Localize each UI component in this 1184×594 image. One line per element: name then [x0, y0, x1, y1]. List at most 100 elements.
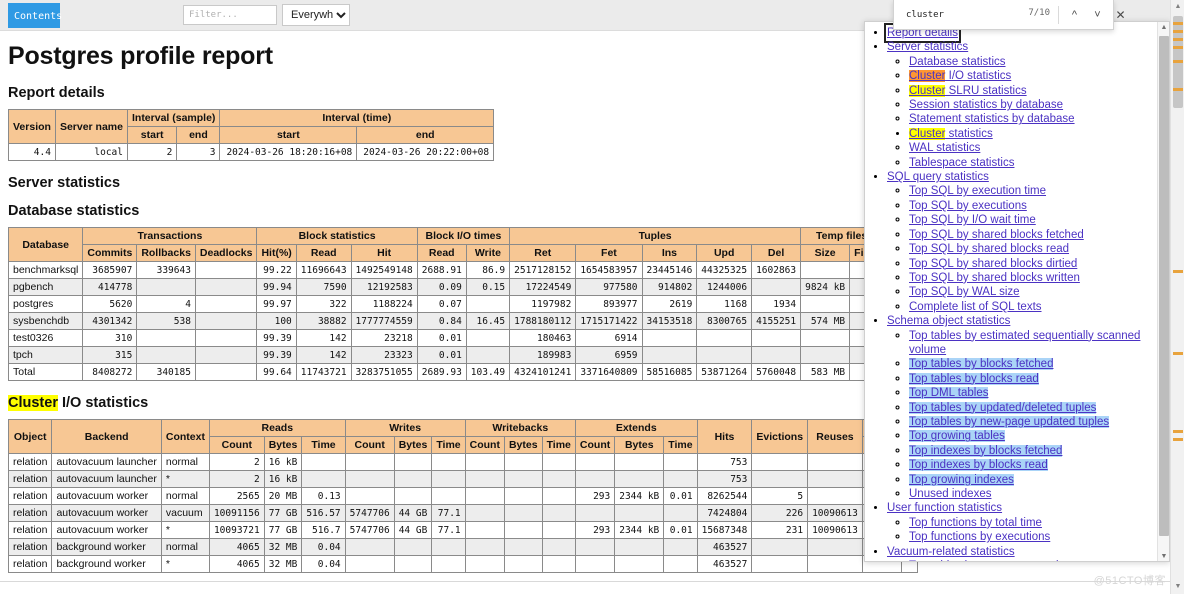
toc-link[interactable]: Top indexes by blocks fetched [909, 444, 1063, 457]
window-scrollbar[interactable]: ▲ ▼ [1170, 0, 1184, 594]
table-cell [465, 295, 511, 313]
table-cell: 16 kB [263, 470, 303, 488]
close-icon[interactable]: ✕ [1110, 5, 1131, 25]
toc-link[interactable]: Top tables by new-page updated tuples [909, 415, 1110, 428]
toc-item: Top DML tables [909, 386, 1169, 400]
toc-link[interactable]: Top growing indexes [909, 473, 1014, 486]
table-cell: 2 [126, 143, 178, 161]
toc-link[interactable]: Top indexes by blocks read [909, 459, 1048, 472]
table-cell [464, 453, 505, 471]
toc-item: Session statistics by database [909, 98, 1169, 112]
toc-link[interactable]: Server statistics [887, 41, 968, 53]
table-cell [136, 278, 196, 296]
io-table-body: relation autovacuum launcher normal 2 16 kB 7… [7, 453, 918, 573]
toc-link[interactable]: Top tables by estimated sequentially sca… [909, 330, 1140, 356]
toc-link[interactable]: Vacuum-related statistics [887, 546, 1015, 558]
toc-link[interactable]: Top functions by total time [909, 517, 1042, 529]
table-cell: postgres [7, 295, 84, 313]
table-cell: 231 [751, 521, 809, 539]
table-cell [751, 555, 809, 573]
toc-link[interactable]: Top SQL by I/O wait time [909, 214, 1036, 226]
toc-item: Server statistics Database statistics Clus… [887, 40, 1169, 170]
toc-link[interactable]: Cluster SLRU statistics [909, 84, 1027, 97]
toc-link[interactable]: Cluster statistics [909, 127, 993, 140]
toc-link[interactable]: WAL statistics [909, 142, 980, 154]
table-row: test032631099.39142232180.01180463691477… [7, 329, 982, 347]
toc-link[interactable]: Top SQL by executions [909, 200, 1027, 212]
toc-link[interactable]: Top functions by executions [909, 531, 1050, 543]
table-cell [194, 329, 258, 347]
toc-link[interactable]: Top growing tables [909, 430, 1005, 443]
table-cell: 516.7 [301, 521, 346, 539]
toc-link[interactable]: Top tables by updated/deleted tuples [909, 401, 1097, 414]
toc-item: Top SQL by shared blocks dirtied [909, 257, 1169, 271]
contents-button[interactable]: Contents [8, 3, 62, 28]
table-cell: 16.45 [465, 312, 511, 330]
toc-link[interactable]: Top SQL by shared blocks dirtied [909, 258, 1077, 270]
find-previous-icon[interactable]: ^ [1064, 5, 1085, 25]
toc-link[interactable]: Cluster I/O statistics [909, 70, 1011, 83]
table-cell: test0326 [7, 329, 84, 347]
find-match-marker [1173, 38, 1183, 41]
table-row: benchmarksql 3685907 339643 99.22 11696643 14… [7, 261, 982, 279]
toc-link[interactable]: Unused indexes [909, 488, 991, 500]
scroll-up-arrow[interactable]: ▲ [1171, 0, 1184, 14]
find-next-icon[interactable]: ˅ [1087, 5, 1108, 25]
table-cell [541, 504, 576, 522]
table-cell [393, 470, 433, 488]
table-cell: 8300765 [696, 312, 753, 330]
column-subheader: Upd [696, 244, 753, 262]
find-input[interactable] [904, 7, 1014, 23]
toc-link[interactable]: Top SQL by shared blocks written [909, 272, 1080, 284]
table-cell: 339643 [136, 261, 196, 279]
table-cell [696, 346, 753, 364]
toc-link[interactable]: Statement statistics by database [909, 113, 1075, 125]
toc-link[interactable]: Top SQL by WAL size [909, 286, 1020, 298]
table-cell: 310 [82, 329, 138, 347]
table-cell: 293 [574, 521, 616, 539]
table-cell [301, 453, 346, 471]
table-cell [807, 555, 863, 573]
table-cell: tpch [7, 346, 84, 364]
toc-scroll-down-arrow[interactable]: ▼ [1158, 551, 1169, 561]
table-cell: 2688.91 [416, 261, 467, 279]
table-cell: 753 [696, 470, 753, 488]
table-cell: 2 [208, 470, 265, 488]
toc-link[interactable]: Top SQL by shared blocks read [909, 243, 1069, 255]
toc-scroll-up-arrow[interactable]: ▲ [1158, 22, 1169, 34]
table-cell: 44 GB [393, 521, 433, 539]
toc-link[interactable]: Top tables by blocks read [909, 372, 1039, 385]
column-subheader: Count [344, 436, 395, 454]
table-cell [696, 329, 753, 347]
table-cell: normal [160, 453, 210, 471]
toc-link[interactable]: Top tables by vacuum operations [909, 560, 1077, 561]
table-cell: autovacuum worker [51, 504, 162, 522]
toc-scrollbar-thumb[interactable] [1159, 36, 1169, 536]
filter-input[interactable] [183, 5, 277, 25]
toc-item: SQL query statistics Top SQL by execution… [887, 170, 1169, 314]
column-subheader: Commits [82, 244, 138, 262]
toc-link[interactable]: Schema object statistics [887, 315, 1010, 327]
toc-link[interactable]: Top SQL by shared blocks fetched [909, 229, 1084, 241]
table-cell [194, 346, 258, 364]
toc-link[interactable]: Database statistics [909, 56, 1006, 68]
toc-sublist: Top functions by total time Top functions… [887, 516, 1169, 545]
table-cell: normal [160, 487, 210, 505]
toc-link[interactable]: Complete list of SQL texts [909, 301, 1042, 313]
toc-scrollbar[interactable]: ▲ ▼ [1157, 22, 1169, 561]
toc-link[interactable]: User function statistics [887, 502, 1002, 514]
toc-link[interactable]: Top tables by blocks fetched [909, 358, 1054, 371]
toc-link[interactable]: Top SQL by execution time [909, 185, 1046, 197]
toc-link[interactable]: Top DML tables [909, 387, 989, 400]
table-cell: 0.07 [416, 295, 467, 313]
filter-scope-select[interactable]: Everywhere [282, 4, 350, 26]
toc-link[interactable]: SQL query statistics [887, 171, 989, 183]
toc-link[interactable]: Session statistics by database [909, 99, 1063, 111]
column-subheader: Count [208, 436, 265, 454]
scroll-down-arrow[interactable]: ▼ [1171, 580, 1184, 594]
table-cell: 753 [696, 453, 753, 471]
table-cell [431, 453, 466, 471]
table-cell: 8262544 [696, 487, 753, 505]
table-cell: 2024-03-26 20:22:00+08 [356, 143, 495, 161]
toc-link[interactable]: Tablespace statistics [909, 157, 1014, 169]
